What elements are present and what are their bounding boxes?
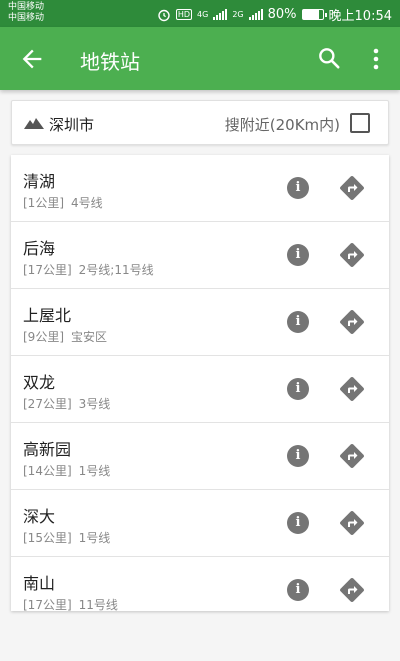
app-bar: 地铁站: [0, 27, 400, 90]
station-distance: [14公里]: [23, 464, 72, 478]
station-lines: 2号线;11号线: [78, 263, 154, 277]
carrier-1: 中国移动: [8, 2, 45, 12]
status-bar: 中国移动 中国移动 HD 4G 2G 80% 晚上10:54: [0, 0, 400, 27]
directions-icon[interactable]: [338, 509, 366, 537]
battery-percent: 80%: [267, 7, 297, 22]
directions-icon[interactable]: [338, 308, 366, 336]
station-lines: 11号线: [78, 598, 118, 611]
info-icon[interactable]: i: [287, 177, 309, 199]
station-distance: [17公里]: [23, 598, 72, 611]
terrain-icon: [24, 118, 44, 129]
info-icon[interactable]: i: [287, 512, 309, 534]
station-lines: 宝安区: [71, 330, 108, 344]
station-row[interactable]: 深大 [15公里] 1号线 i: [11, 490, 389, 557]
station-details: [17公里] 11号线: [23, 596, 118, 611]
station-details: [1公里] 4号线: [23, 194, 103, 211]
directions-icon[interactable]: [338, 576, 366, 604]
carrier-2: 中国移动: [8, 13, 45, 23]
filter-bar: 深圳市 搜附近(20Km内): [11, 100, 389, 145]
station-details: [15公里] 1号线: [23, 529, 110, 546]
signal-icon-1: [213, 9, 228, 20]
info-icon[interactable]: i: [287, 445, 309, 467]
station-name: 南山: [23, 574, 56, 593]
station-row[interactable]: 高新园 [14公里] 1号线 i: [11, 423, 389, 490]
station-lines: 1号线: [78, 464, 111, 478]
carrier-info: 中国移动 中国移动: [8, 2, 44, 24]
station-row[interactable]: 后海 [17公里] 2号线;11号线 i: [11, 222, 389, 289]
station-distance: [15公里]: [23, 531, 72, 545]
more-vert-icon[interactable]: [366, 45, 386, 73]
info-icon[interactable]: i: [287, 311, 309, 333]
station-distance: [9公里]: [23, 330, 64, 344]
alarm-icon: [158, 9, 170, 21]
station-name: 后海: [23, 239, 56, 258]
station-row[interactable]: 清湖 [1公里] 4号线 i: [11, 155, 389, 222]
station-lines: 4号线: [71, 196, 103, 210]
station-row[interactable]: 南山 [17公里] 11号线 i: [11, 557, 389, 611]
station-name: 清湖: [23, 172, 56, 191]
info-icon[interactable]: i: [287, 378, 309, 400]
directions-icon[interactable]: [338, 241, 366, 269]
hd-icon: HD: [175, 9, 193, 20]
search-icon[interactable]: [316, 45, 342, 71]
nearby-checkbox[interactable]: [350, 113, 370, 133]
station-lines: 1号线: [78, 531, 111, 545]
station-row[interactable]: 双龙 [27公里] 3号线 i: [11, 356, 389, 423]
info-icon[interactable]: i: [287, 579, 309, 601]
station-name: 双龙: [23, 373, 56, 392]
nearby-label: 搜附近(20Km内): [224, 116, 340, 134]
directions-icon[interactable]: [338, 442, 366, 470]
back-arrow-icon[interactable]: [18, 45, 46, 73]
station-name: 深大: [23, 507, 56, 526]
status-indicators: HD 4G 2G 80% 晚上10:54: [157, 5, 392, 24]
network-type-1: 4G: [197, 10, 209, 19]
station-details: [9公里] 宝安区: [23, 328, 107, 345]
battery-icon: [301, 9, 327, 20]
station-lines: 3号线: [78, 397, 111, 411]
info-icon[interactable]: i: [287, 244, 309, 266]
page-title: 地铁站: [80, 50, 140, 74]
city-selector[interactable]: 深圳市: [49, 114, 94, 135]
directions-icon[interactable]: [338, 174, 366, 202]
station-distance: [17公里]: [23, 263, 72, 277]
station-list: 清湖 [1公里] 4号线 i 后海 [17公里] 2号线;11号线 i 上屋北 [9公里] 宝安区 i…: [11, 155, 389, 611]
station-details: [27公里] 3号线: [23, 395, 110, 412]
station-name: 高新园: [23, 440, 72, 459]
station-row[interactable]: 上屋北 [9公里] 宝安区 i: [11, 289, 389, 356]
station-details: [14公里] 1号线: [23, 462, 110, 479]
directions-icon[interactable]: [338, 375, 366, 403]
signal-icon-2: [248, 9, 263, 20]
station-details: [17公里] 2号线;11号线: [23, 261, 154, 278]
station-distance: [1公里]: [23, 196, 64, 210]
network-type-2: 2G: [232, 10, 244, 19]
station-distance: [27公里]: [23, 397, 72, 411]
station-name: 上屋北: [23, 306, 72, 325]
clock: 晚上10:54: [328, 9, 392, 24]
